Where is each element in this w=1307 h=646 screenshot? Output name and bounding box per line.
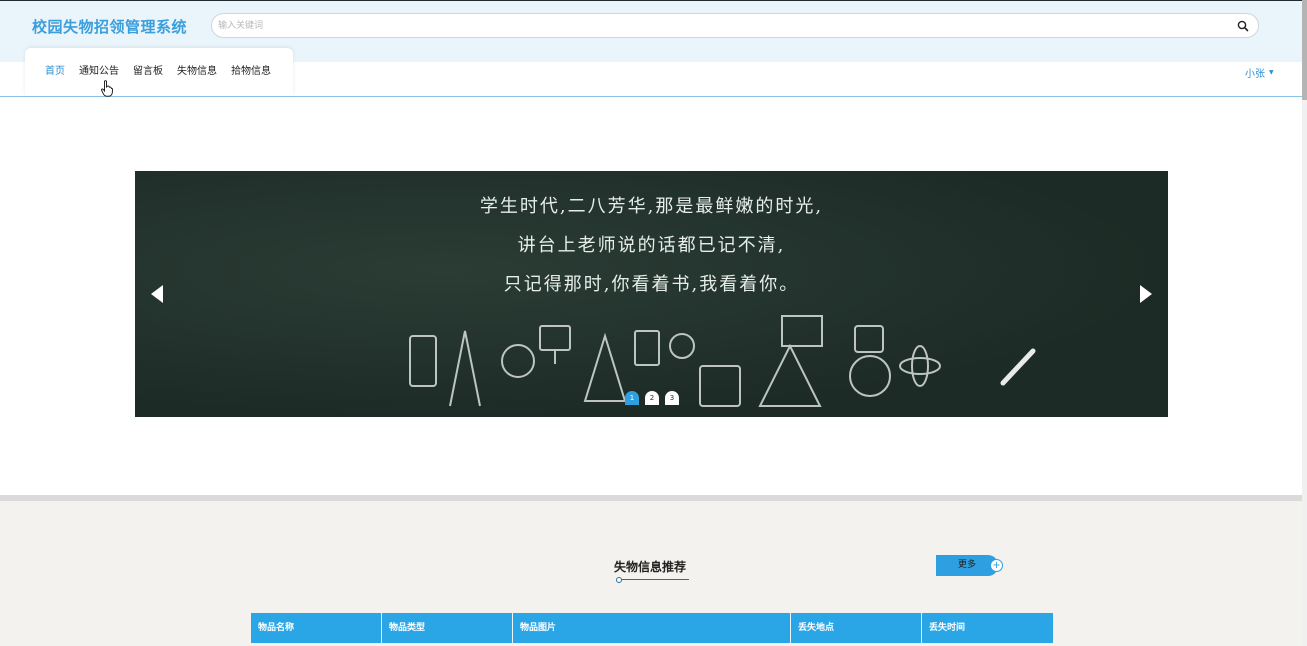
- page: 校园失物招领管理系统 首页 通知公告 留言板 失物信息 拾物信息 小张 ▼ 学生…: [0, 0, 1307, 646]
- nav-item-home[interactable]: 首页: [38, 65, 72, 79]
- section-title: 失物信息推荐: [614, 560, 687, 574]
- nav-item-lost-items[interactable]: 失物信息: [170, 65, 224, 79]
- user-name: 小张: [1245, 69, 1265, 80]
- search-input[interactable]: [218, 17, 1218, 35]
- carousel-next-arrow-icon[interactable]: [1138, 284, 1154, 304]
- hand-cursor-icon: [101, 80, 113, 97]
- column-header-item-image: 物品图片: [513, 613, 791, 643]
- column-header-item-name: 物品名称: [251, 613, 382, 643]
- banner-poem: 学生时代,二八芳华,那是最鲜嫩的时光, 讲台上老师说的话都已记不清, 只记得那时…: [135, 187, 1168, 304]
- chalk-icon: [1000, 348, 1036, 386]
- scrollbar-thumb[interactable]: [1302, 0, 1307, 100]
- nav-item-found-items[interactable]: 拾物信息: [224, 65, 278, 79]
- column-header-lost-time: 丢失时间: [922, 613, 1053, 643]
- nav-item-message-board[interactable]: 留言板: [126, 65, 170, 79]
- nav-item-notices[interactable]: 通知公告: [72, 65, 126, 79]
- carousel-page-button[interactable]: 3: [665, 391, 679, 405]
- more-button[interactable]: 更多: [936, 555, 998, 576]
- site-logo[interactable]: 校园失物招领管理系统: [32, 16, 187, 37]
- title-underline-dot: [616, 577, 622, 583]
- column-header-lost-place: 丢失地点: [791, 613, 922, 643]
- page-scrollbar[interactable]: [1302, 0, 1307, 646]
- search-icon[interactable]: [1236, 19, 1250, 33]
- main-nav: 首页 通知公告 留言板 失物信息 拾物信息: [38, 65, 278, 79]
- lost-items-table-header: 物品名称 物品类型 物品图片 丢失地点 丢失时间: [251, 613, 1053, 643]
- poem-line: 学生时代,二八芳华,那是最鲜嫩的时光,: [479, 196, 824, 217]
- column-header-item-type: 物品类型: [382, 613, 513, 643]
- search-bar: [211, 13, 1259, 38]
- title-underline: [617, 579, 689, 580]
- poem-line: 只记得那时,你看着书,我看着你。: [503, 274, 800, 295]
- user-menu[interactable]: 小张 ▼: [1245, 65, 1274, 80]
- caret-down-icon: ▼: [1269, 69, 1274, 76]
- banner-carousel: 学生时代,二八芳华,那是最鲜嫩的时光, 讲台上老师说的话都已记不清, 只记得那时…: [135, 171, 1168, 417]
- carousel-page-button[interactable]: 1: [625, 391, 639, 405]
- plus-icon[interactable]: +: [990, 559, 1003, 572]
- carousel-pagination: 1 2 3: [625, 391, 679, 405]
- poem-line: 讲台上老师说的话都已记不清,: [517, 235, 786, 256]
- carousel-prev-arrow-icon[interactable]: [149, 284, 165, 304]
- carousel-page-button[interactable]: 2: [645, 391, 659, 405]
